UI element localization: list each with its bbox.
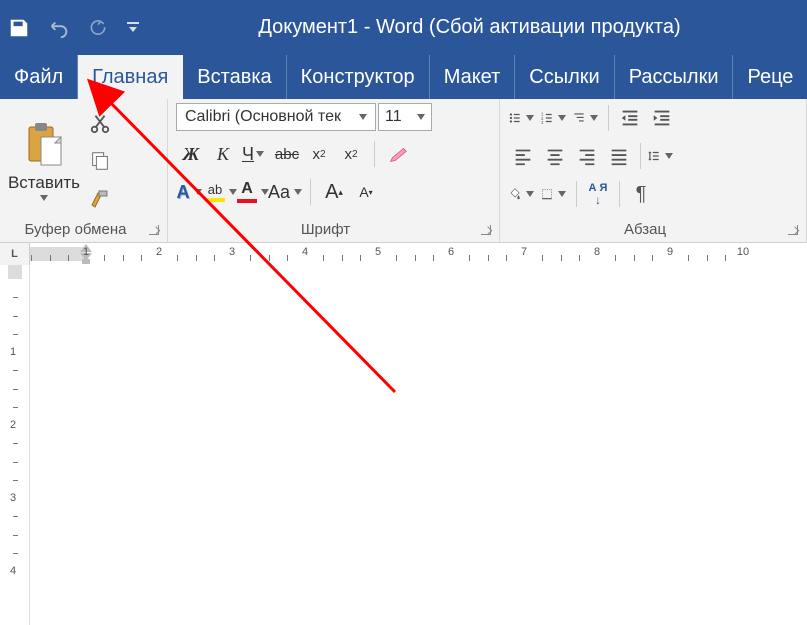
chevron-down-icon — [558, 191, 566, 197]
tab-file[interactable]: Файл — [0, 55, 78, 99]
chevron-down-icon — [40, 195, 48, 201]
chevron-down-icon — [417, 114, 425, 120]
chevron-down-icon — [359, 114, 367, 120]
chevron-down-icon — [256, 151, 264, 157]
text-effects-button[interactable]: A — [176, 177, 206, 207]
redo-icon[interactable] — [88, 18, 108, 38]
tab-references[interactable]: Ссылки — [515, 55, 614, 99]
italic-button[interactable]: К — [208, 139, 238, 169]
decrease-indent-button[interactable] — [615, 103, 645, 133]
bold-button[interactable]: Ж — [176, 139, 206, 169]
group-font-label: Шрифт — [176, 221, 475, 238]
format-painter-icon[interactable] — [86, 185, 114, 213]
tab-mailings[interactable]: Рассылки — [615, 55, 734, 99]
tab-layout[interactable]: Макет — [430, 55, 516, 99]
chevron-down-icon — [558, 115, 566, 121]
clipboard-launcher-icon[interactable] — [149, 225, 159, 235]
svg-text:3: 3 — [541, 120, 544, 125]
chevron-down-icon — [665, 153, 673, 159]
chevron-down-icon — [229, 189, 237, 195]
subscript-button[interactable]: x2 — [304, 139, 334, 169]
group-clipboard: Вставить Буфер обмена — [0, 99, 168, 242]
line-spacing-button[interactable] — [647, 141, 677, 171]
window-title: Документ1 - Word (Сбой активации продукт… — [140, 16, 799, 39]
tab-design[interactable]: Конструктор — [287, 55, 430, 99]
font-name-select[interactable]: Calibri (Основной тек — [176, 103, 376, 131]
numbering-button[interactable]: 123 — [540, 103, 570, 133]
tab-review[interactable]: Реце — [733, 55, 807, 99]
superscript-button[interactable]: x2 — [336, 139, 366, 169]
sort-button[interactable]: А Я ↓ — [583, 179, 613, 209]
underline-button[interactable]: Ч — [240, 139, 270, 169]
chevron-down-icon — [526, 191, 534, 197]
grow-font-button[interactable]: A▴ — [319, 177, 349, 207]
shrink-font-button[interactable]: A▾ — [351, 177, 381, 207]
chevron-down-icon — [294, 189, 302, 195]
qat-customize-icon[interactable] — [126, 21, 140, 35]
align-left-button[interactable] — [508, 141, 538, 171]
chevron-down-icon — [526, 115, 534, 121]
font-color-button[interactable]: A — [240, 177, 270, 207]
highlight-button[interactable]: ab — [208, 177, 238, 207]
paragraph-launcher-icon[interactable] — [788, 225, 798, 235]
undo-icon[interactable] — [48, 17, 70, 39]
chevron-down-icon — [194, 189, 202, 195]
ribbon: Вставить Буфер обмена — [0, 99, 807, 243]
left-indent-marker[interactable] — [82, 259, 90, 264]
document-page[interactable] — [30, 265, 807, 625]
bullets-button[interactable] — [508, 103, 538, 133]
group-font: Calibri (Основной тек 11 Ж К Ч abc x2 x2 — [168, 99, 500, 242]
shading-button[interactable] — [508, 179, 538, 209]
tab-insert[interactable]: Вставка — [183, 55, 286, 99]
vertical-ruler[interactable]: 1234 — [0, 265, 30, 625]
clear-formatting-icon[interactable] — [383, 139, 413, 169]
align-center-button[interactable] — [540, 141, 570, 171]
show-marks-button[interactable]: ¶ — [626, 179, 656, 209]
tab-selector[interactable]: L — [0, 243, 30, 265]
cut-icon[interactable] — [86, 109, 114, 137]
increase-indent-button[interactable] — [647, 103, 677, 133]
chevron-down-icon — [590, 115, 598, 121]
font-launcher-icon[interactable] — [481, 225, 491, 235]
tab-home[interactable]: Главная — [78, 55, 183, 99]
save-icon[interactable] — [8, 17, 30, 39]
strikethrough-button[interactable]: abc — [272, 139, 302, 169]
horizontal-ruler[interactable]: L 12345678910 — [0, 243, 807, 265]
paste-label: Вставить — [8, 173, 80, 193]
ribbon-tabs: Файл Главная Вставка Конструктор Макет С… — [0, 55, 807, 99]
title-bar: Документ1 - Word (Сбой активации продукт… — [0, 0, 807, 55]
align-right-button[interactable] — [572, 141, 602, 171]
justify-button[interactable] — [604, 141, 634, 171]
document-area: 1234 — [0, 265, 807, 625]
paste-button[interactable]: Вставить — [8, 103, 80, 218]
borders-button[interactable] — [540, 179, 570, 209]
group-paragraph: 123 А Я ↓ — [500, 99, 807, 242]
group-clipboard-label: Буфер обмена — [8, 221, 143, 238]
copy-icon[interactable] — [86, 147, 114, 175]
font-size-select[interactable]: 11 — [378, 103, 432, 131]
group-paragraph-label: Абзац — [508, 221, 782, 238]
multilevel-list-button[interactable] — [572, 103, 602, 133]
change-case-button[interactable]: Aa — [272, 177, 302, 207]
